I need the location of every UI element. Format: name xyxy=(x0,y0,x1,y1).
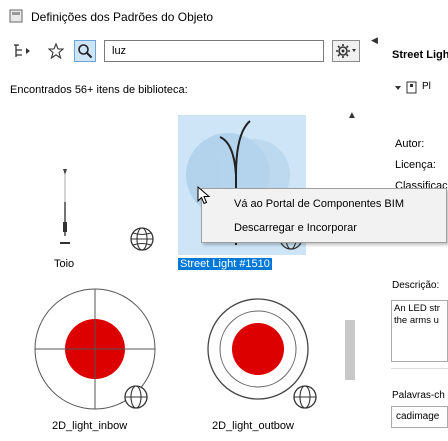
dropdown-value: Pl xyxy=(422,81,431,92)
placement-dropdown[interactable] xyxy=(392,79,448,97)
context-menu: Vá ao Portal de Componentes BIM Descarre… xyxy=(201,188,447,243)
license-label: Licença: xyxy=(395,159,436,171)
search-button[interactable] xyxy=(74,40,96,62)
search-input-value: luz xyxy=(112,45,127,57)
item-label-2d-light-outbow: 2D_light_outbow xyxy=(212,420,294,432)
mouse-cursor-icon xyxy=(197,186,211,205)
hierarchy-icon xyxy=(14,44,30,57)
item-label-toio: Toio xyxy=(54,258,75,270)
settings-icon xyxy=(336,44,356,58)
library-item-toio[interactable] xyxy=(20,150,170,280)
item-label-street-light: Street Light #1510 xyxy=(177,257,273,271)
favorites-button[interactable] xyxy=(45,40,67,62)
search-input[interactable] xyxy=(104,40,324,62)
app-icon xyxy=(9,9,23,23)
scroll-up-icon[interactable]: ▲ xyxy=(347,110,357,121)
settings-button[interactable] xyxy=(332,40,360,62)
item-label-2d-light-inbow: 2D_light_inbow xyxy=(52,420,128,432)
keywords-value: cadimage xyxy=(396,411,440,422)
details-title: Street Ligh xyxy=(392,49,448,61)
hierarchy-button[interactable] xyxy=(12,40,34,62)
dropdown-icon xyxy=(395,81,417,94)
divider xyxy=(391,368,448,369)
window-title: Definições dos Padrões do Objeto xyxy=(31,10,214,24)
star-icon xyxy=(48,43,64,59)
light-outbow-thumbnail xyxy=(207,298,317,409)
menu-item-download-embed[interactable]: Descarregar e Incorporar xyxy=(234,222,357,234)
author-label: Autor: xyxy=(395,138,425,150)
menu-item-bim-portal[interactable]: Vá ao Portal de Componentes BIM xyxy=(234,198,404,210)
keywords-label: Palavras-ch xyxy=(392,390,445,401)
description-label: Descrição: xyxy=(392,280,440,291)
library-item-2d-light-outbow[interactable] xyxy=(195,285,335,415)
library-item-2d-light-inbow[interactable] xyxy=(28,285,168,415)
description-text: An LED str the arms u xyxy=(394,303,440,326)
search-icon xyxy=(78,44,93,59)
scrollbar-thumb[interactable] xyxy=(345,320,355,380)
light-inbow-thumbnail xyxy=(34,288,156,410)
collapse-panel-icon[interactable]: ◀ xyxy=(371,35,378,46)
results-count: Encontrados 56+ itens de biblioteca: xyxy=(10,84,188,96)
toio-lamp-thumbnail xyxy=(60,169,154,251)
